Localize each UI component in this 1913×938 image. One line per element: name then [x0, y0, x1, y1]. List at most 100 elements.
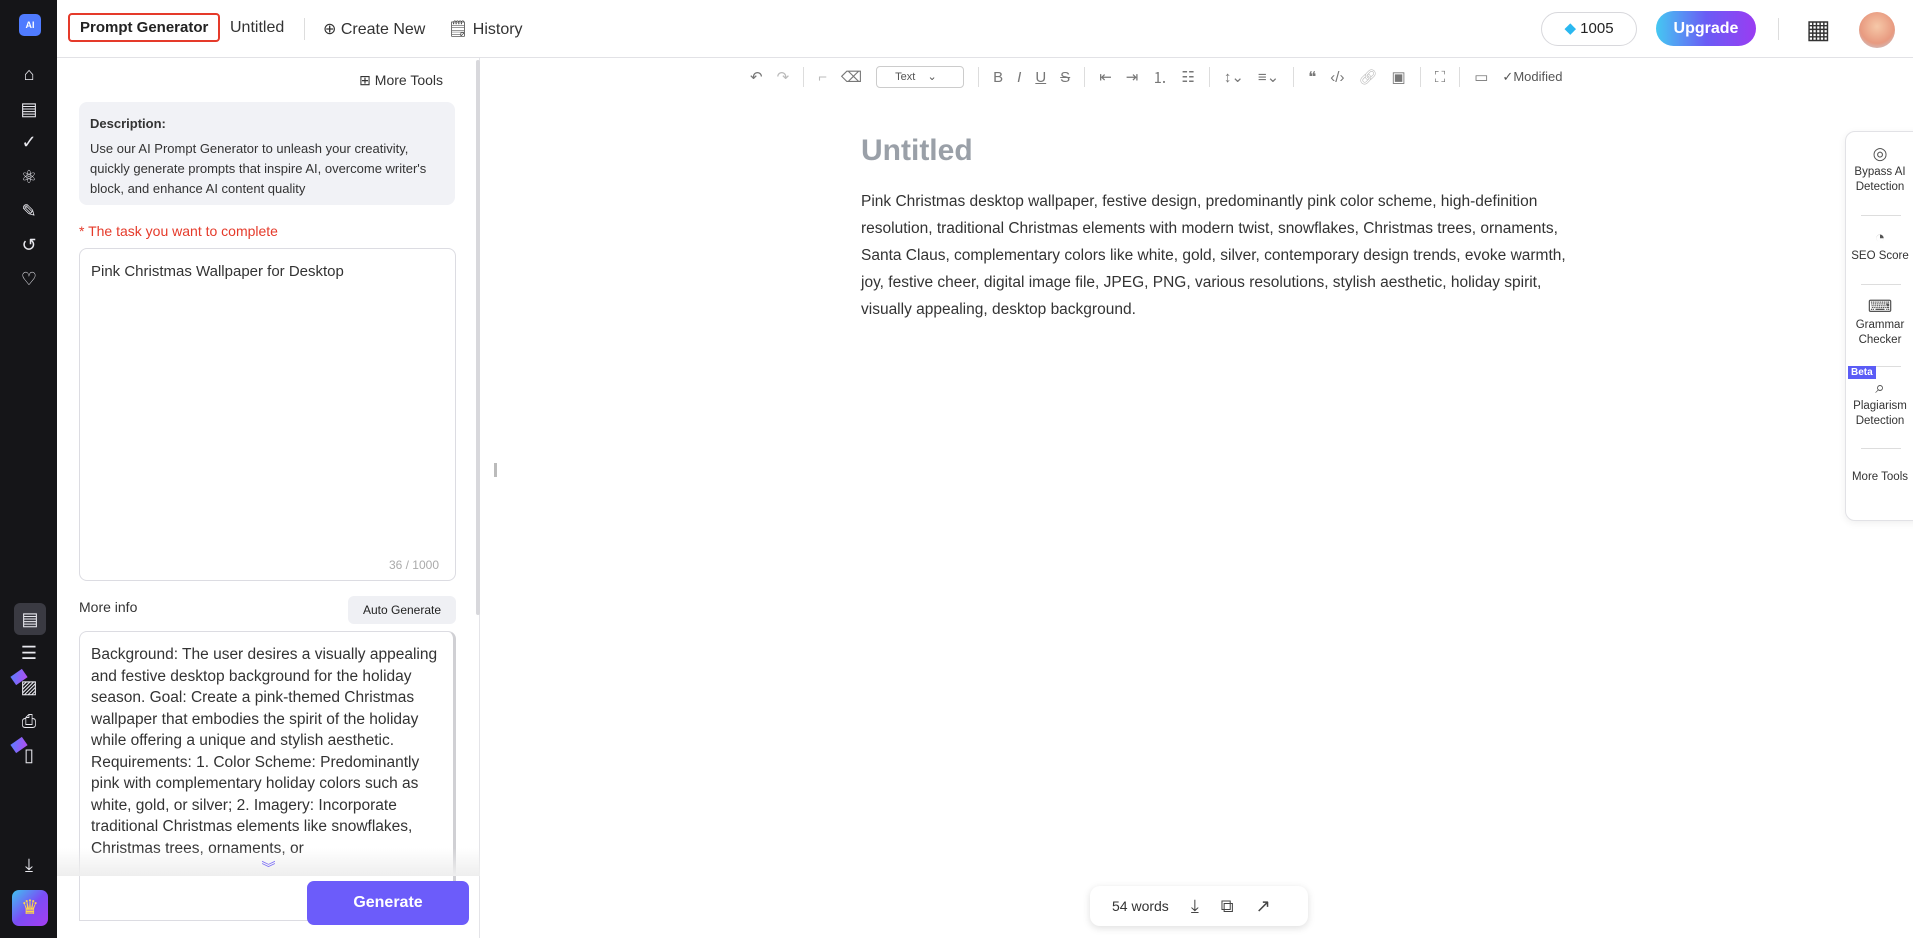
outdent-icon[interactable]: ⇤ — [1099, 68, 1112, 86]
download-icon[interactable]: ⤓ — [1191, 896, 1199, 917]
grid-icon: ⊞ — [359, 72, 371, 88]
divider — [1084, 67, 1086, 87]
top-bar: Prompt Generator Untitled ⊕ Create New 🗒… — [57, 0, 1913, 58]
editor-toolbar: ↶ ↷ ⌐ ⌫ Text ⌄ B I U S ⇤ ⇥ ⒈ ☷ ↕⌄ ≡⌄ ❝ ‹… — [750, 64, 1562, 90]
generate-button[interactable]: Generate — [307, 881, 469, 925]
copy-icon[interactable]: ⧉ — [1221, 896, 1234, 917]
plus-circle-icon: ⊕ — [323, 21, 337, 38]
tool-name-tab[interactable]: Prompt Generator — [68, 13, 221, 42]
plagiarism-detection-button[interactable]: ⌕ Plagiarism Detection — [1846, 378, 1913, 429]
task-value: Pink Christmas Wallpaper for Desktop — [91, 263, 344, 280]
divider — [1459, 67, 1461, 87]
expand-chevron-icon[interactable]: ︾ — [57, 848, 480, 876]
create-new-label: Create New — [340, 21, 426, 38]
divider — [978, 67, 980, 87]
indent-icon[interactable]: ⇥ — [1126, 68, 1139, 86]
more-tools-button[interactable]: ⊞ More Tools — [359, 72, 443, 89]
format-painter-icon[interactable]: ⌐ — [818, 69, 827, 86]
eraser-icon[interactable]: ⌫ — [841, 68, 862, 86]
line-height-icon[interactable]: ↕⌄ — [1224, 68, 1244, 86]
ordered-list-icon[interactable]: ⒈ — [1152, 67, 1167, 88]
description-box: Description: Use our AI Prompt Generator… — [79, 102, 455, 205]
external-link-icon[interactable]: ↗ — [1256, 896, 1271, 917]
more-info-input[interactable]: Background: The user desires a visually … — [79, 631, 456, 921]
divider — [1861, 448, 1901, 449]
task-label: * The task you want to complete — [79, 223, 278, 239]
bypass-ai-detection-button[interactable]: ◎ Bypass AI Detection — [1846, 144, 1913, 195]
strikethrough-icon[interactable]: S — [1060, 69, 1070, 86]
upgrade-button[interactable]: Upgrade — [1656, 11, 1756, 46]
task-input[interactable]: Pink Christmas Wallpaper for Desktop 36 … — [79, 248, 456, 581]
text-style-select[interactable]: Text ⌄ — [876, 66, 965, 88]
required-marker: * — [79, 223, 85, 239]
history-label: History — [472, 21, 523, 38]
italic-icon[interactable]: I — [1017, 69, 1021, 86]
document-body[interactable]: Pink Christmas desktop wallpaper, festiv… — [861, 188, 1581, 323]
document-title[interactable]: Untitled — [861, 134, 973, 168]
bold-icon[interactable]: B — [993, 69, 1003, 86]
document-name[interactable]: Untitled — [230, 19, 284, 37]
align-icon[interactable]: ≡⌄ — [1258, 68, 1279, 86]
divider — [1419, 67, 1421, 87]
image-icon[interactable]: ▣ — [1392, 68, 1406, 86]
fullscreen-icon[interactable]: ⛶ — [1435, 69, 1446, 86]
save-status-text: Modified — [1513, 69, 1563, 84]
divider — [1778, 18, 1779, 40]
more-info-label: More info — [79, 599, 138, 615]
resize-handle[interactable] — [494, 463, 497, 477]
premium-crown-icon[interactable]: ♛ — [12, 890, 48, 926]
chat-icon[interactable]: ☰ — [16, 640, 42, 666]
app-rail: AI ⌂ ▤ ✓ ⚛ ✎ ↺ ♡ ▤ ☰ ▨ ⎙ ▯ ⤓ ♛ — [0, 0, 57, 938]
code-icon[interactable]: ‹/› — [1330, 69, 1344, 86]
more-tools-label: More Tools — [374, 72, 443, 88]
side-tool-label: Bypass AI Detection — [1854, 166, 1906, 193]
pencil-icon[interactable]: ✎ — [16, 198, 42, 224]
bullet-list-icon[interactable]: ☷ — [1181, 68, 1194, 86]
prompt-tool-icon[interactable]: ▤ — [14, 603, 46, 635]
word-count-bar: 54 words ⤓ ⧉ ↗ — [1090, 886, 1308, 926]
side-tool-label: Plagiarism Detection — [1853, 400, 1907, 427]
text-style-value: Text — [895, 71, 916, 83]
credits-badge[interactable]: ◆ 1005 — [1541, 12, 1637, 46]
undo-icon[interactable]: ↶ — [750, 68, 763, 86]
more-tools-side-button[interactable]: More Tools — [1846, 470, 1913, 485]
save-icon[interactable]: ▭ — [1474, 68, 1488, 86]
grammar-checker-button[interactable]: ⌨ Grammar Checker — [1846, 298, 1913, 348]
underline-icon[interactable]: U — [1035, 69, 1046, 86]
divider — [304, 18, 305, 40]
quote-icon[interactable]: ❝ — [1308, 68, 1316, 86]
diamond-icon: ◆ — [1564, 20, 1576, 37]
apps-grid-icon[interactable]: ▦ — [1806, 16, 1831, 42]
create-new-button[interactable]: ⊕ Create New — [323, 19, 425, 39]
search-doc-icon: ⌕ — [1875, 378, 1885, 397]
document-icon[interactable]: ▤ — [16, 96, 42, 122]
history-icon[interactable]: ↺ — [16, 232, 42, 258]
description-title: Description: — [90, 116, 166, 131]
link-icon[interactable]: 🔗︎ — [1358, 68, 1377, 86]
side-tool-label: SEO Score — [1851, 250, 1909, 262]
side-tools-panel: ◎ Bypass AI Detection ◔ SEO Score ⌨ Grammar… — [1845, 131, 1913, 521]
heart-icon[interactable]: ♡ — [16, 266, 42, 292]
panel-scrollbar[interactable] — [476, 60, 480, 615]
redo-icon[interactable]: ↷ — [777, 68, 790, 86]
app-logo[interactable]: AI — [19, 14, 41, 36]
char-count: 36 / 1000 — [388, 558, 439, 572]
beta-badge: Beta — [1848, 366, 1876, 379]
history-button[interactable]: 🗒 History — [448, 19, 523, 39]
word-count: 54 words — [1112, 898, 1169, 914]
target-icon: ◎ — [1872, 144, 1888, 163]
credits-count: 1005 — [1580, 20, 1614, 37]
history-doc-icon: 🗒 — [448, 21, 469, 38]
inbox-icon[interactable]: ⎙ — [16, 708, 42, 734]
gauge-icon: ◔ — [1874, 228, 1886, 247]
avatar[interactable] — [1859, 12, 1895, 48]
task-label-text: The task you want to complete — [88, 223, 278, 239]
auto-generate-button[interactable]: Auto Generate — [348, 596, 456, 624]
divider — [1861, 284, 1901, 285]
home-icon[interactable]: ⌂ — [16, 61, 42, 87]
seo-score-button[interactable]: ◔ SEO Score — [1846, 228, 1913, 264]
check-circle-icon[interactable]: ✓ — [16, 129, 42, 155]
download-icon[interactable]: ⤓ — [16, 852, 42, 878]
prompt-panel: ⊞ More Tools Description: Use our AI Pro… — [57, 58, 480, 938]
atom-icon[interactable]: ⚛ — [16, 164, 42, 190]
